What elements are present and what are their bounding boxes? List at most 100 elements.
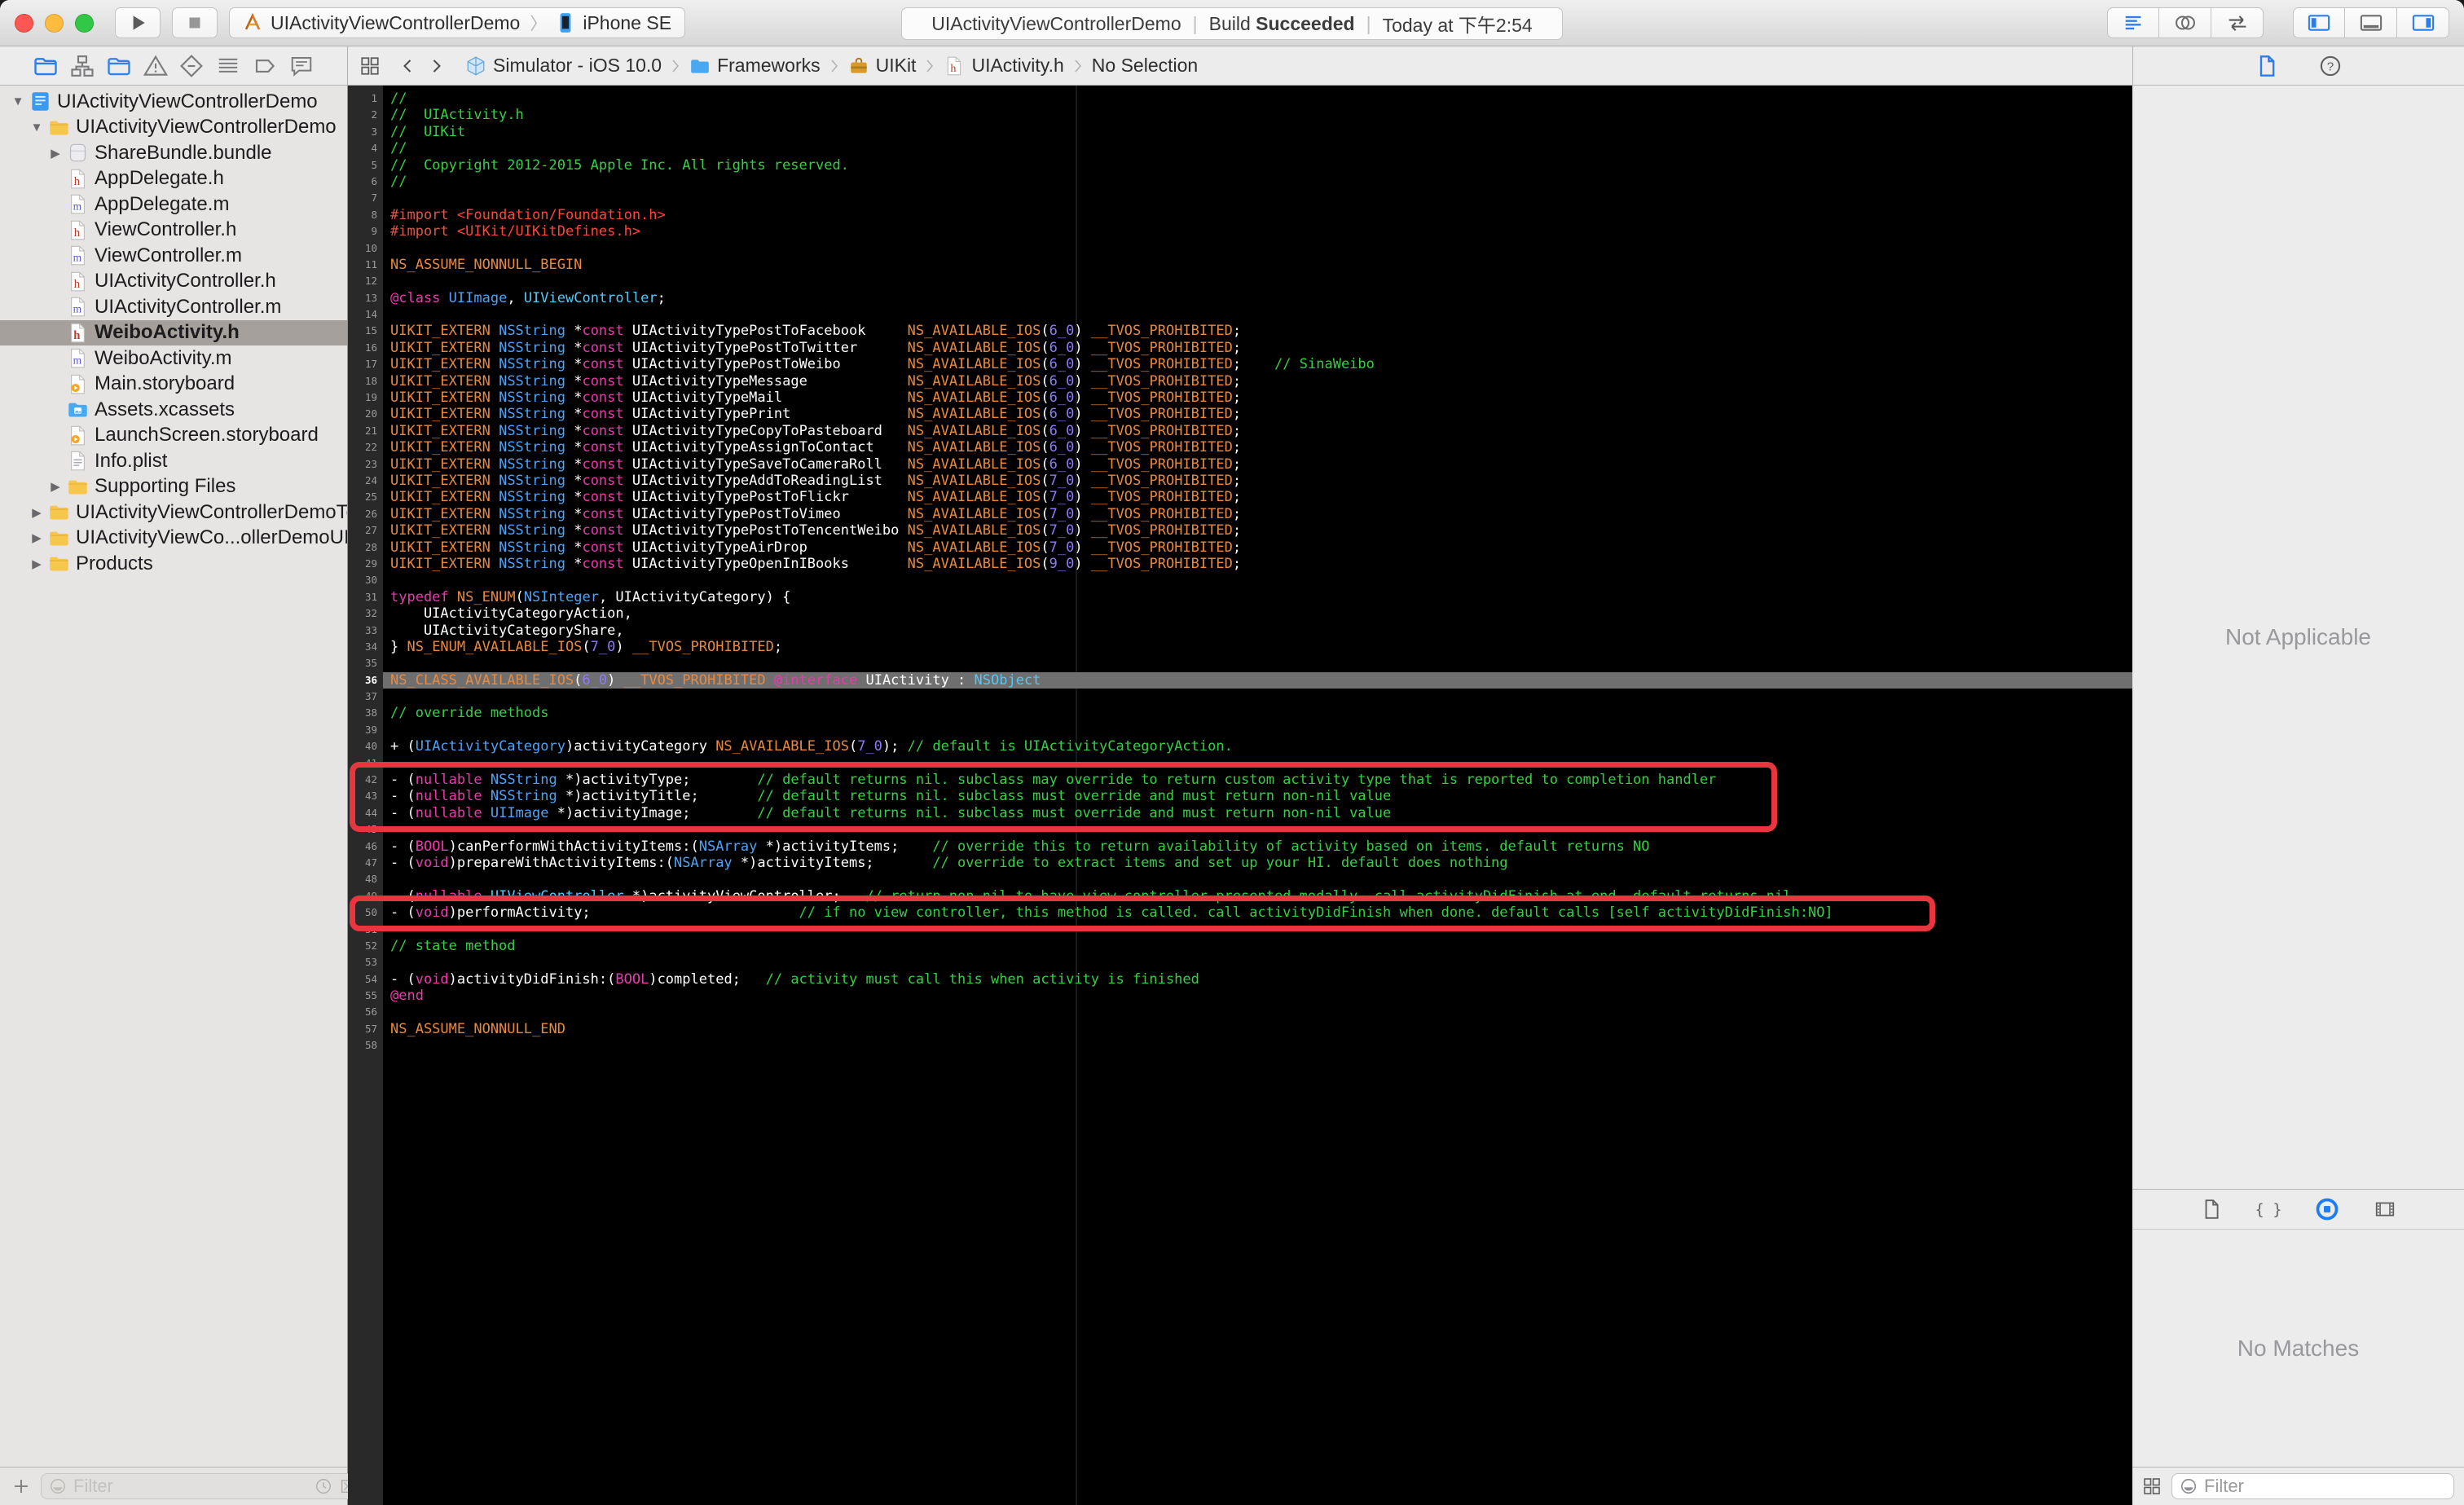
- breadcrumb-item[interactable]: hUIActivity.h: [944, 55, 1063, 77]
- disclosure-open-icon[interactable]: ▼: [27, 121, 46, 134]
- recent-files-clock-icon[interactable]: [315, 1477, 332, 1495]
- code-line[interactable]: 53: [348, 954, 2132, 970]
- code-line[interactable]: 50- (void)performActivity; // if no view…: [348, 904, 2132, 921]
- quick-help-tab[interactable]: ?: [2319, 55, 2342, 77]
- code-line[interactable]: 17UIKIT_EXTERN NSString *const UIActivit…: [348, 356, 2132, 372]
- file-tree-item[interactable]: hUIActivityController.h: [0, 269, 347, 295]
- code-line[interactable]: 16UIKIT_EXTERN NSString *const UIActivit…: [348, 340, 2132, 356]
- disclosure-closed-icon[interactable]: ▶: [27, 505, 46, 520]
- file-tree-item[interactable]: LaunchScreen.storyboard: [0, 423, 347, 449]
- file-template-library-tab[interactable]: [2201, 1199, 2222, 1220]
- code-line[interactable]: 18UIKIT_EXTERN NSString *const UIActivit…: [348, 373, 2132, 389]
- code-line[interactable]: 19UIKIT_EXTERN NSString *const UIActivit…: [348, 389, 2132, 406]
- code-line[interactable]: 56: [348, 1004, 2132, 1020]
- code-line[interactable]: 37: [348, 689, 2132, 705]
- file-tree-item[interactable]: Main.storyboard: [0, 372, 347, 398]
- toggle-debug-area-button[interactable]: [2345, 7, 2397, 38]
- code-line[interactable]: 8#import <Foundation/Foundation.h>: [348, 207, 2132, 223]
- source-editor[interactable]: 1//2// UIActivity.h3// UIKit4//5// Copyr…: [348, 86, 2132, 1505]
- code-line[interactable]: 40+ (UIActivityCategory)activityCategory…: [348, 738, 2132, 755]
- code-line[interactable]: 11NS_ASSUME_NONNULL_BEGIN: [348, 257, 2132, 273]
- code-line[interactable]: 38// override methods: [348, 705, 2132, 721]
- code-line[interactable]: 6//: [348, 174, 2132, 190]
- run-button[interactable]: [115, 7, 161, 38]
- symbol-navigator-icon[interactable]: [70, 54, 95, 78]
- code-line[interactable]: 47- (void)prepareWithActivityItems:(NSAr…: [348, 855, 2132, 871]
- code-line[interactable]: 1//: [348, 90, 2132, 107]
- code-line[interactable]: 46- (BOOL)canPerformWithActivityItems:(N…: [348, 838, 2132, 855]
- file-tree-item[interactable]: ▼UIActivityViewControllerDemo: [0, 89, 347, 115]
- disclosure-closed-icon[interactable]: ▶: [46, 479, 65, 494]
- file-tree-item[interactable]: mViewController.m: [0, 243, 347, 269]
- file-tree-item[interactable]: mUIActivityController.m: [0, 294, 347, 320]
- file-tree-item[interactable]: ▶ShareBundle.bundle: [0, 140, 347, 166]
- media-library-tab[interactable]: [2374, 1199, 2396, 1220]
- code-line[interactable]: 43- (nullable NSString *)activityTitle; …: [348, 788, 2132, 804]
- add-file-icon[interactable]: [11, 1476, 31, 1496]
- scheme-selector[interactable]: UIActivityViewControllerDemo 〉 iPhone SE: [229, 7, 685, 38]
- library-filter-input[interactable]: [2204, 1476, 2446, 1497]
- code-line[interactable]: 44- (nullable UIImage *)activityImage; /…: [348, 805, 2132, 821]
- go-forward-icon[interactable]: [426, 56, 446, 76]
- code-line[interactable]: 14: [348, 306, 2132, 323]
- code-line[interactable]: 3// UIKit: [348, 124, 2132, 140]
- code-line[interactable]: 52// state method: [348, 938, 2132, 954]
- file-tree-item[interactable]: hViewController.h: [0, 218, 347, 244]
- code-line[interactable]: 48: [348, 871, 2132, 887]
- file-tree-item[interactable]: hAppDelegate.h: [0, 166, 347, 192]
- object-library-tab[interactable]: [2315, 1197, 2339, 1221]
- related-items-icon[interactable]: [359, 55, 381, 77]
- code-snippet-library-tab[interactable]: { }: [2256, 1199, 2281, 1220]
- code-line[interactable]: 24UIKIT_EXTERN NSString *const UIActivit…: [348, 473, 2132, 489]
- file-tree-item[interactable]: ▶UIActivityViewControllerDemoTests: [0, 499, 347, 526]
- zoom-window-button[interactable]: [75, 14, 94, 33]
- breakpoint-navigator-icon[interactable]: [253, 54, 277, 78]
- navigator-filter-field[interactable]: [41, 1473, 365, 1499]
- file-inspector-tab[interactable]: [2255, 55, 2278, 77]
- file-tree-item[interactable]: hWeiboActivity.h: [0, 320, 347, 346]
- code-line[interactable]: 10: [348, 240, 2132, 257]
- code-line[interactable]: 29UIKIT_EXTERN NSString *const UIActivit…: [348, 556, 2132, 572]
- code-line[interactable]: 39: [348, 722, 2132, 738]
- code-line[interactable]: 12: [348, 273, 2132, 289]
- close-window-button[interactable]: [15, 14, 33, 33]
- navigator-filter-input[interactable]: [73, 1476, 308, 1497]
- breadcrumb-item[interactable]: Frameworks: [689, 55, 821, 77]
- code-line[interactable]: 45: [348, 821, 2132, 838]
- code-line[interactable]: 7: [348, 190, 2132, 206]
- code-line[interactable]: 54- (void)activityDidFinish:(BOOL)comple…: [348, 971, 2132, 988]
- breadcrumb-item[interactable]: UIKit: [848, 55, 917, 77]
- test-navigator-icon[interactable]: [179, 54, 204, 78]
- code-line[interactable]: 2// UIActivity.h: [348, 107, 2132, 123]
- toggle-navigator-button[interactable]: [2293, 7, 2345, 38]
- code-line[interactable]: 55@end: [348, 988, 2132, 1004]
- code-line[interactable]: 4//: [348, 140, 2132, 156]
- file-tree-item[interactable]: ▶Supporting Files: [0, 474, 347, 500]
- code-line[interactable]: 41: [348, 755, 2132, 772]
- library-filter-field[interactable]: [2171, 1473, 2454, 1499]
- code-line[interactable]: 32 UIActivityCategoryAction,: [348, 605, 2132, 622]
- breadcrumb-item[interactable]: Simulator - iOS 10.0: [465, 55, 662, 77]
- code-line[interactable]: 20UIKIT_EXTERN NSString *const UIActivit…: [348, 406, 2132, 422]
- code-line[interactable]: 31typedef NS_ENUM(NSInteger, UIActivityC…: [348, 589, 2132, 605]
- code-line[interactable]: 57NS_ASSUME_NONNULL_END: [348, 1021, 2132, 1037]
- assistant-editor-button[interactable]: [2159, 7, 2211, 38]
- code-line[interactable]: 36NS_CLASS_AVAILABLE_IOS(6_0) __TVOS_PRO…: [348, 672, 2132, 689]
- issue-navigator-icon[interactable]: [143, 54, 168, 78]
- code-line[interactable]: 22UIKIT_EXTERN NSString *const UIActivit…: [348, 439, 2132, 455]
- toggle-utilities-button[interactable]: [2397, 7, 2449, 38]
- code-line[interactable]: 5// Copyright 2012-2015 Apple Inc. All r…: [348, 157, 2132, 174]
- code-line[interactable]: 30: [348, 572, 2132, 588]
- code-line[interactable]: 49- (nullable UIViewController *)activit…: [348, 888, 2132, 904]
- stop-button[interactable]: [172, 7, 218, 38]
- file-tree-item[interactable]: Info.plist: [0, 448, 347, 474]
- code-line[interactable]: 35: [348, 655, 2132, 671]
- project-navigator-icon[interactable]: [33, 54, 58, 78]
- standard-editor-button[interactable]: [2107, 7, 2159, 38]
- code-line[interactable]: 51: [348, 922, 2132, 938]
- code-line[interactable]: 27UIKIT_EXTERN NSString *const UIActivit…: [348, 522, 2132, 539]
- minimize-window-button[interactable]: [45, 14, 64, 33]
- file-tree-item[interactable]: Assets.xcassets: [0, 397, 347, 423]
- disclosure-open-icon[interactable]: ▼: [8, 95, 28, 108]
- code-line[interactable]: 34} NS_ENUM_AVAILABLE_IOS(7_0) __TVOS_PR…: [348, 639, 2132, 655]
